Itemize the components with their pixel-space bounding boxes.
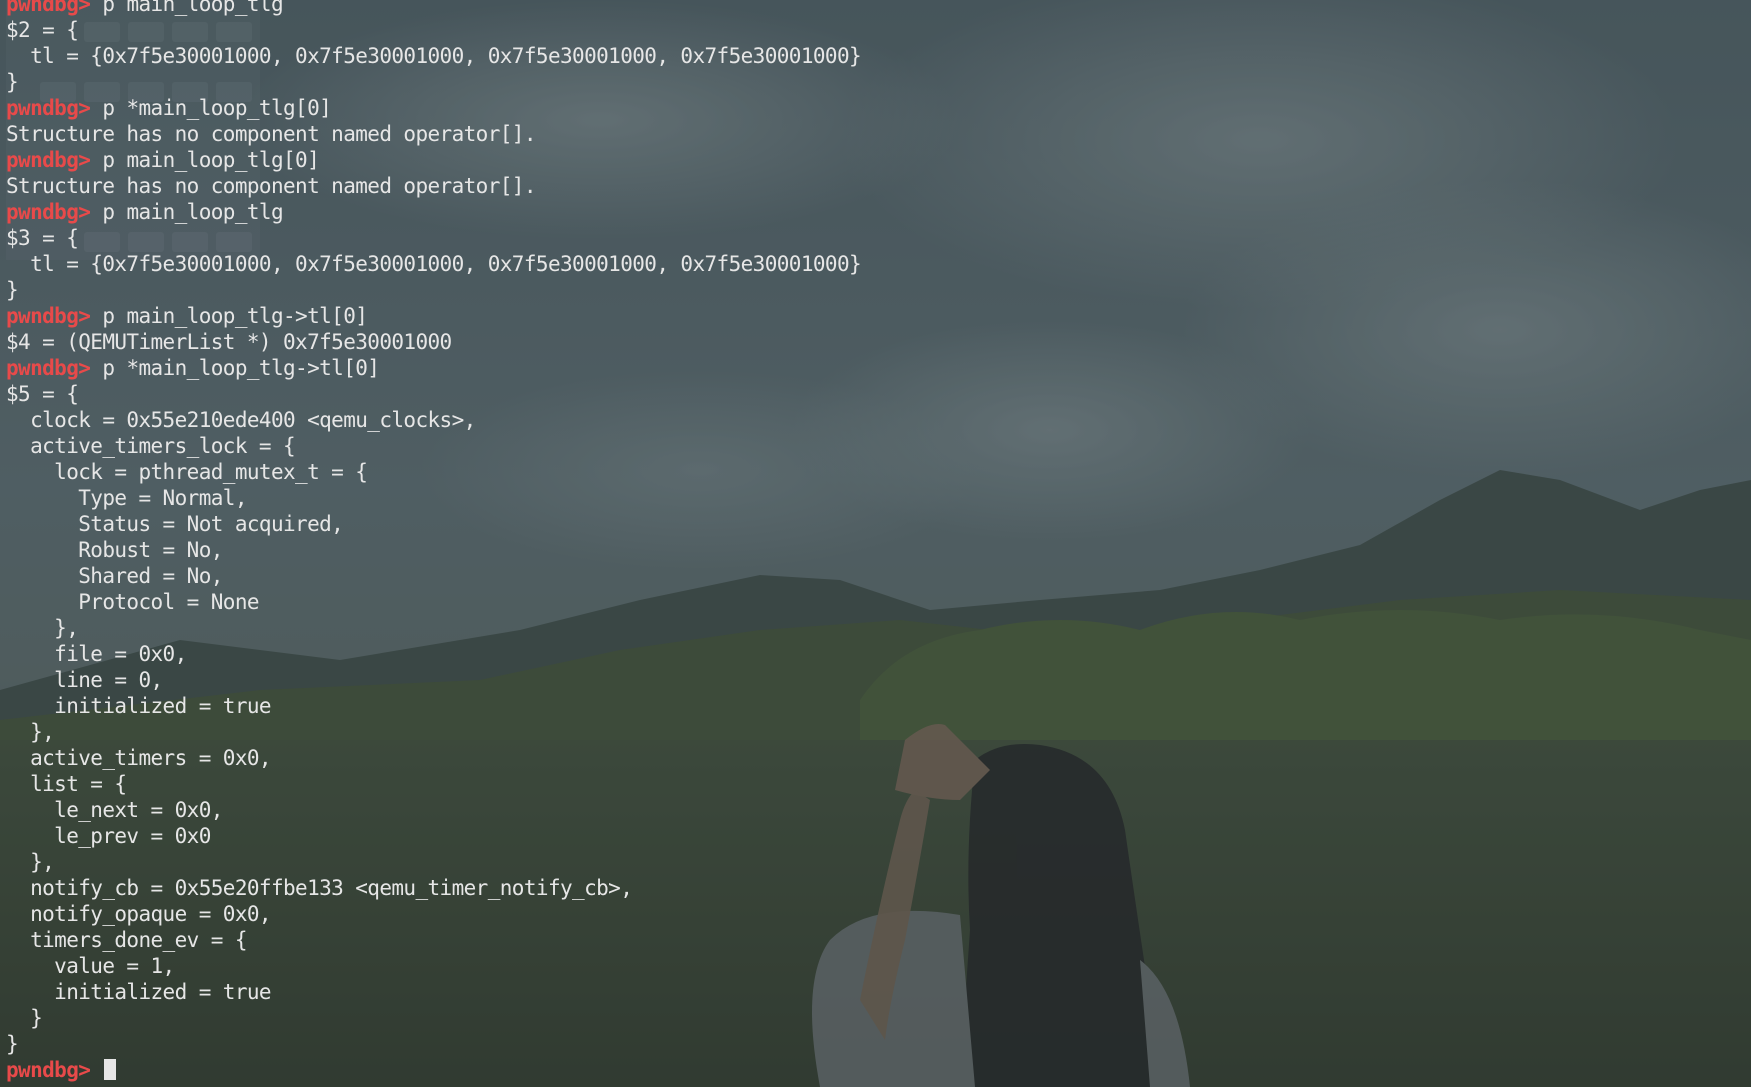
output-line: Protocol = None [6,590,259,614]
output-line: clock = 0x55e210ede400 <qemu_clocks>, [6,408,476,432]
prompt-label: pwndbg> [6,304,91,328]
output-line: notify_opaque = 0x0, [6,902,271,926]
command-line: pwndbg> p main_loop_tlg[0] [6,147,861,173]
output-line: value = 1, [6,954,175,978]
output-line: $2 = { [6,18,79,42]
prompt-label: pwndbg> [6,96,91,120]
prompt-label: pwndbg> [6,200,91,224]
output-line: } [6,1032,19,1056]
output-line: } [6,278,19,302]
output-line: line = 0, [6,668,163,692]
output-line: }, [6,850,55,874]
command-line: pwndbg> p main_loop_tlg->tl[0] [6,303,861,329]
command-line: pwndbg> p main_loop_tlg [6,199,861,225]
output-line: initialized = true [6,694,271,718]
prompt-label: pwndbg> [6,0,91,16]
command-line: pwndbg> p main_loop_tlg [6,0,861,17]
output-line: Status = Not acquired, [6,512,344,536]
output-line: Structure has no component named operato… [6,174,537,198]
command-line: pwndbg> p *main_loop_tlg[0] [6,95,861,121]
command-text: p main_loop_tlg[0] [102,148,320,172]
output-line: Type = Normal, [6,486,247,510]
output-line: $5 = { [6,382,79,406]
output-line: lock = pthread_mutex_t = { [6,460,368,484]
output-line: list = { [6,772,127,796]
prompt-label: pwndbg> [6,356,91,380]
command-line: pwndbg> p *main_loop_tlg->tl[0] [6,355,861,381]
command-text: p *main_loop_tlg[0] [102,96,332,120]
output-line: file = 0x0, [6,642,187,666]
command-text: p *main_loop_tlg->tl[0] [102,356,380,380]
output-line: tl = {0x7f5e30001000, 0x7f5e30001000, 0x… [6,44,862,68]
output-line: } [6,1006,43,1030]
output-line: active_timers_lock = { [6,434,296,458]
output-line: active_timers = 0x0, [6,746,271,770]
command-text: p main_loop_tlg [102,0,284,16]
output-line: Shared = No, [6,564,223,588]
output-line: $3 = { [6,226,79,250]
output-line: initialized = true [6,980,271,1004]
output-line: Robust = No, [6,538,223,562]
output-line: Structure has no component named operato… [6,122,537,146]
command-text: p main_loop_tlg->tl[0] [102,304,368,328]
output-line: } [6,70,19,94]
prompt-label: pwndbg> [6,1058,91,1082]
text-cursor [104,1059,117,1080]
output-line: tl = {0x7f5e30001000, 0x7f5e30001000, 0x… [6,252,862,276]
output-line: }, [6,616,79,640]
output-line: $4 = (QEMUTimerList *) 0x7f5e30001000 [6,330,452,354]
terminal-output: pwndbg> p main_loop_tlg $2 = { tl = {0x7f… [6,0,862,1083]
prompt-label: pwndbg> [6,148,91,172]
output-line: le_next = 0x0, [6,798,223,822]
active-prompt-line: pwndbg> [6,1057,861,1083]
output-line: timers_done_ev = { [6,928,247,952]
output-line: le_prev = 0x0 [6,824,211,848]
output-line: }, [6,720,55,744]
command-text: p main_loop_tlg [102,200,284,224]
output-line: notify_cb = 0x55e20ffbe133 <qemu_timer_n… [6,876,633,900]
terminal-window[interactable]: pwndbg> p main_loop_tlg $2 = { tl = {0x7f… [0,0,1751,1087]
